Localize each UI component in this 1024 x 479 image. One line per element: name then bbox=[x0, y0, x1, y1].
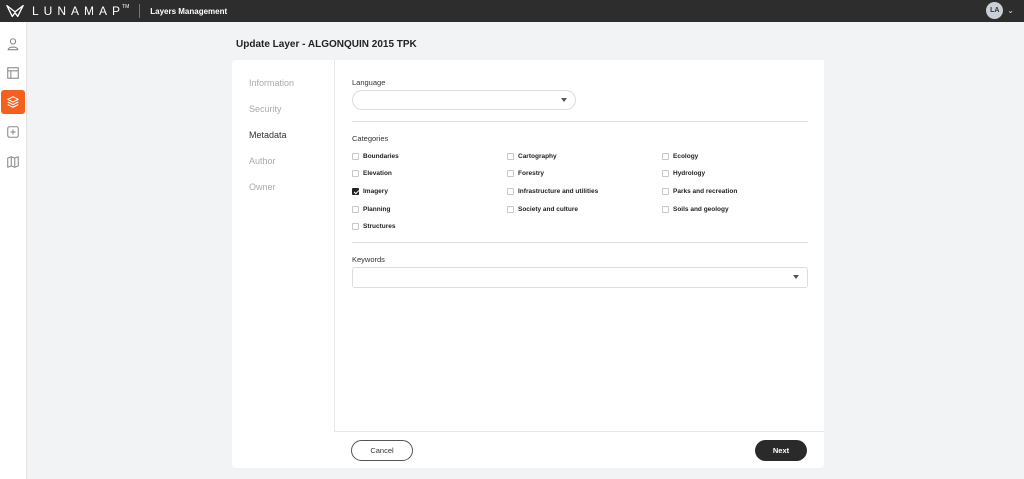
checkbox-label: Hydrology bbox=[673, 170, 706, 177]
page-title: Update Layer - ALGONQUIN 2015 TPK bbox=[236, 39, 417, 50]
sidebar bbox=[0, 22, 27, 479]
step-metadata[interactable]: Metadata bbox=[249, 130, 294, 156]
divider bbox=[352, 242, 808, 243]
step-security[interactable]: Security bbox=[249, 104, 294, 130]
category-hydrology[interactable]: Hydrology bbox=[662, 170, 705, 177]
divider bbox=[352, 121, 808, 122]
keywords-label: Keywords bbox=[352, 255, 385, 264]
category-elevation[interactable]: Elevation bbox=[352, 170, 392, 177]
caret-down-icon bbox=[793, 275, 799, 279]
checkbox[interactable] bbox=[352, 170, 359, 177]
category-soils[interactable]: Soils and geology bbox=[662, 206, 729, 213]
checkbox-label: Forestry bbox=[518, 170, 545, 177]
layout-icon bbox=[7, 67, 19, 79]
checkbox[interactable] bbox=[662, 153, 669, 160]
step-list: Information Security Metadata Author Own… bbox=[249, 78, 294, 208]
category-imagery[interactable]: Imagery bbox=[352, 188, 388, 195]
checkbox-label: Cartography bbox=[518, 153, 557, 160]
step-owner[interactable]: Owner bbox=[249, 182, 294, 208]
checkbox[interactable] bbox=[507, 188, 514, 195]
category-boundaries[interactable]: Boundaries bbox=[352, 153, 399, 160]
caret-down-icon bbox=[561, 98, 567, 102]
sidebar-item-add-layer[interactable] bbox=[1, 120, 25, 144]
metadata-form: Language Categories Boundaries Cartograp… bbox=[334, 60, 824, 431]
logo[interactable]: LUNAMAP TM bbox=[6, 3, 129, 19]
top-bar: LUNAMAP TM Layers Management LA ⌄ bbox=[0, 0, 1024, 22]
checkbox-label: Boundaries bbox=[363, 153, 399, 160]
checkbox[interactable] bbox=[352, 223, 359, 230]
update-layer-card: Information Security Metadata Author Own… bbox=[232, 60, 824, 468]
keywords-select[interactable] bbox=[352, 267, 808, 288]
category-ecology[interactable]: Ecology bbox=[662, 153, 698, 160]
section-title: Layers Management bbox=[150, 6, 228, 16]
avatar[interactable]: LA bbox=[986, 2, 1004, 19]
checkbox[interactable] bbox=[507, 206, 514, 213]
checkbox-label: Imagery bbox=[363, 188, 388, 195]
checkbox[interactable] bbox=[352, 206, 359, 213]
sidebar-item-maps[interactable] bbox=[1, 150, 25, 174]
checkbox[interactable] bbox=[352, 153, 359, 160]
categories-label: Categories bbox=[352, 134, 389, 143]
checkbox-label: Society and culture bbox=[518, 206, 578, 213]
category-structures[interactable]: Structures bbox=[352, 223, 396, 230]
layers-icon bbox=[7, 96, 19, 108]
category-parks[interactable]: Parks and recreation bbox=[662, 188, 737, 195]
category-cartography[interactable]: Cartography bbox=[507, 153, 557, 160]
checkbox-label: Parks and recreation bbox=[673, 188, 738, 195]
checkbox-label: Elevation bbox=[363, 170, 392, 177]
category-forestry[interactable]: Forestry bbox=[507, 170, 544, 177]
checkbox-label: Ecology bbox=[673, 153, 699, 160]
checkbox[interactable] bbox=[662, 170, 669, 177]
checkbox-label: Planning bbox=[363, 206, 391, 213]
language-label: Language bbox=[352, 78, 386, 87]
language-select[interactable] bbox=[352, 90, 576, 110]
user-menu[interactable]: LA ⌄ bbox=[986, 2, 1014, 19]
sidebar-item-users[interactable] bbox=[1, 32, 25, 56]
logo-text: LUNAMAP bbox=[32, 4, 126, 18]
user-icon bbox=[7, 38, 19, 51]
checkbox[interactable] bbox=[507, 170, 514, 177]
lunamap-logo-icon bbox=[6, 4, 24, 18]
category-planning[interactable]: Planning bbox=[352, 206, 390, 213]
checkbox[interactable] bbox=[662, 206, 669, 213]
next-button[interactable]: Next bbox=[755, 440, 807, 461]
step-author[interactable]: Author bbox=[249, 156, 294, 182]
step-information[interactable]: Information bbox=[249, 78, 294, 104]
sidebar-item-layers[interactable] bbox=[1, 90, 25, 114]
logo-trademark: TM bbox=[122, 4, 130, 10]
checkbox-checked[interactable] bbox=[352, 188, 359, 195]
map-icon bbox=[7, 156, 19, 168]
cancel-button[interactable]: Cancel bbox=[351, 440, 413, 461]
chevron-down-icon[interactable]: ⌄ bbox=[1007, 6, 1014, 15]
sidebar-item-layout[interactable] bbox=[1, 61, 25, 85]
checkbox-label: Soils and geology bbox=[673, 206, 729, 213]
category-infrastructure[interactable]: Infrastructure and utilities bbox=[507, 188, 598, 195]
checkbox-label: Infrastructure and utilities bbox=[518, 188, 599, 195]
checkbox-label: Structures bbox=[363, 223, 396, 230]
topbar-divider bbox=[139, 4, 141, 18]
form-footer: Cancel Next bbox=[334, 431, 824, 468]
add-icon bbox=[7, 126, 19, 138]
checkbox[interactable] bbox=[507, 153, 514, 160]
checkbox[interactable] bbox=[662, 188, 669, 195]
category-society[interactable]: Society and culture bbox=[507, 206, 578, 213]
